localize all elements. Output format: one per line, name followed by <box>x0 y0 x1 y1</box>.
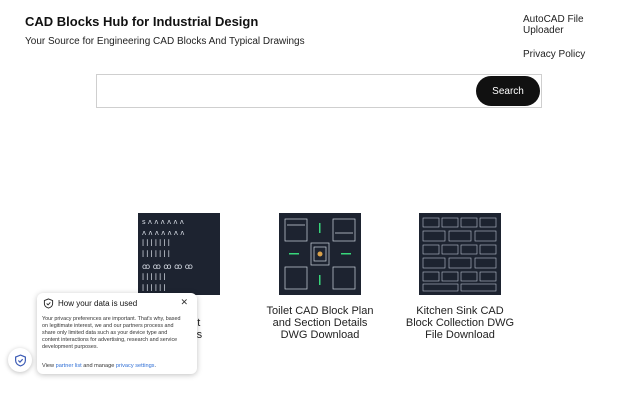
search-input[interactable] <box>103 81 467 103</box>
top-nav: AutoCAD File Uploader Privacy Policy <box>523 14 615 73</box>
svg-text:ꝏ ꝏ ꝏ ꝏ ꝏ: ꝏ ꝏ ꝏ ꝏ ꝏ <box>142 262 193 271</box>
search-button[interactable]: Search <box>476 76 540 106</box>
svg-text:ꜱ ᴧ ᴧ ᴧ ᴧ ᴧ ᴧ: ꜱ ᴧ ᴧ ᴧ ᴧ ᴧ ᴧ <box>142 218 184 226</box>
svg-text:ᴧ ᴧ ᴧ ᴧ ᴧ ᴧ ᴧ: ᴧ ᴧ ᴧ ᴧ ᴧ ᴧ ᴧ <box>142 229 184 237</box>
search-bar: Search <box>96 74 542 108</box>
svg-text:ꟾ ꟾ ꟾ ꟾ ꟾ ꟾ: ꟾ ꟾ ꟾ ꟾ ꟾ ꟾ <box>142 273 166 282</box>
privacy-popup: How your data is used ✕ Your privacy pre… <box>37 293 197 374</box>
privacy-popup-footer: View partner list and manage privacy set… <box>42 363 157 369</box>
privacy-popup-title: How your data is used <box>58 299 138 308</box>
partner-list-link[interactable]: partner list <box>56 363 82 369</box>
site-title[interactable]: CAD Blocks Hub for Industrial Design <box>25 14 258 29</box>
nav-link-privacy-policy[interactable]: Privacy Policy <box>523 49 615 60</box>
svg-text:ꟾ ꟾ ꟾ ꟾ ꟾ ꟾ ꟾ: ꟾ ꟾ ꟾ ꟾ ꟾ ꟾ ꟾ <box>142 239 170 248</box>
shield-icon <box>43 298 54 309</box>
card-caption[interactable]: Kitchen Sink CAD Block Collection DWG Fi… <box>404 305 516 341</box>
cad-thumbnail-toilet-plan[interactable] <box>279 213 361 295</box>
nav-link-autocad-uploader[interactable]: AutoCAD File Uploader <box>523 14 615 36</box>
cad-thumbnail-people-icons[interactable]: ꜱ ᴧ ᴧ ᴧ ᴧ ᴧ ᴧ ᴧ ᴧ ᴧ ᴧ ᴧ ᴧ ᴧ ꟾ ꟾ ꟾ ꟾ ꟾ ꟾ … <box>138 213 220 295</box>
card-caption[interactable]: Toilet CAD Block Plan and Section Detail… <box>264 305 376 341</box>
card-3[interactable]: Kitchen Sink CAD Block Collection DWG Fi… <box>404 213 516 341</box>
privacy-shield-button[interactable] <box>8 348 32 372</box>
privacy-popup-text: Your privacy preferences are important. … <box>42 316 181 350</box>
card-2[interactable]: Toilet CAD Block Plan and Section Detail… <box>264 213 376 341</box>
cad-thumbnail-kitchen-sink[interactable] <box>419 213 501 295</box>
privacy-settings-link[interactable]: privacy settings <box>116 363 155 369</box>
shield-icon <box>14 353 26 367</box>
privacy-popup-header: How your data is used <box>43 298 137 309</box>
svg-text:ꟾ ꟾ ꟾ ꟾ ꟾ ꟾ ꟾ: ꟾ ꟾ ꟾ ꟾ ꟾ ꟾ ꟾ <box>142 250 170 259</box>
site-tagline: Your Source for Engineering CAD Blocks A… <box>25 36 305 47</box>
svg-text:ꟾ ꟾ ꟾ ꟾ ꟾ ꟾ: ꟾ ꟾ ꟾ ꟾ ꟾ ꟾ <box>142 284 166 293</box>
close-icon[interactable]: ✕ <box>180 297 188 308</box>
